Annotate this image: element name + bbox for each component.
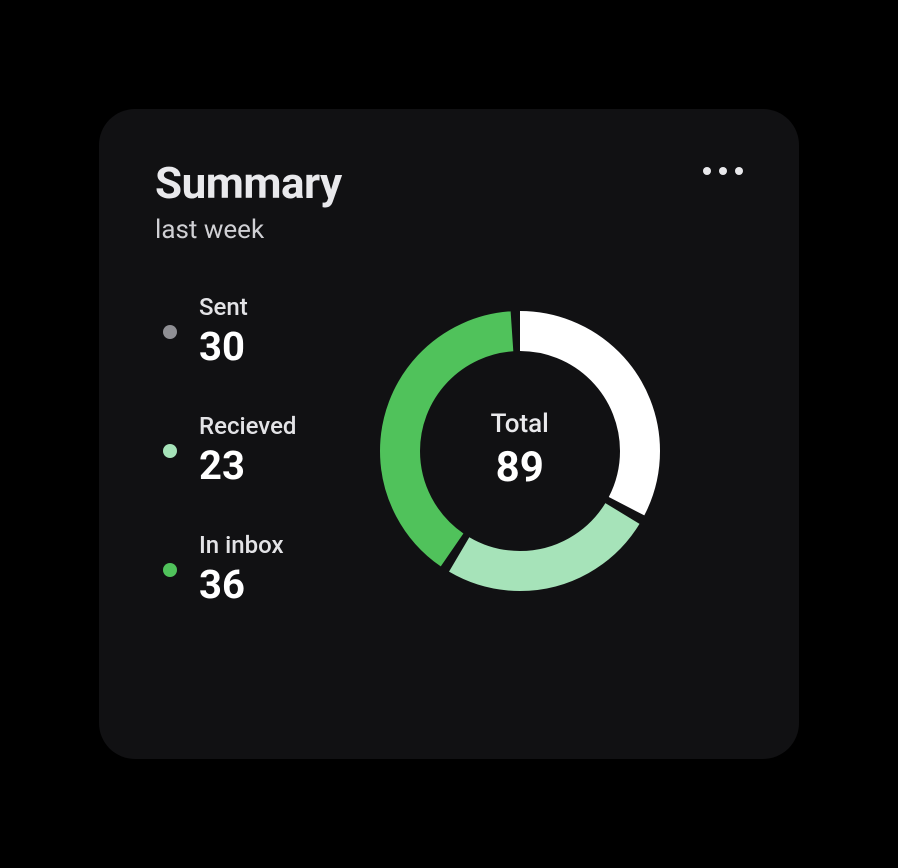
dots-icon (719, 167, 727, 175)
card-content: Sent 30 Recieved 23 In inbox 36 (155, 293, 743, 608)
title-block: Summary last week (155, 157, 342, 245)
card-title: Summary (155, 157, 342, 209)
legend-text: In inbox 36 (199, 531, 284, 608)
donut-center: Total 89 (365, 296, 675, 606)
legend-item-recieved: Recieved 23 (163, 412, 296, 489)
donut-chart: Total 89 (365, 296, 675, 606)
legend-value: 23 (199, 442, 296, 489)
card-subtitle: last week (155, 215, 342, 245)
legend-value: 36 (199, 561, 284, 608)
legend-dot-icon (163, 563, 177, 577)
legend-label: In inbox (199, 531, 284, 559)
more-options-button[interactable] (703, 157, 743, 185)
donut-chart-container: Total 89 (296, 296, 743, 606)
legend-text: Recieved 23 (199, 412, 296, 489)
card-header: Summary last week (155, 157, 743, 245)
legend-label: Sent (199, 293, 248, 321)
dots-icon (735, 167, 743, 175)
donut-center-value: 89 (496, 443, 544, 492)
donut-center-label: Total (491, 409, 549, 439)
summary-card: Summary last week Sent 30 Recieved 23 (99, 109, 799, 759)
legend-item-sent: Sent 30 (163, 293, 296, 370)
legend-dot-icon (163, 325, 177, 339)
legend-item-in-inbox: In inbox 36 (163, 531, 296, 608)
dots-icon (703, 167, 711, 175)
legend-label: Recieved (199, 412, 296, 440)
legend: Sent 30 Recieved 23 In inbox 36 (155, 293, 296, 608)
legend-value: 30 (199, 323, 248, 370)
legend-text: Sent 30 (199, 293, 248, 370)
legend-dot-icon (163, 444, 177, 458)
